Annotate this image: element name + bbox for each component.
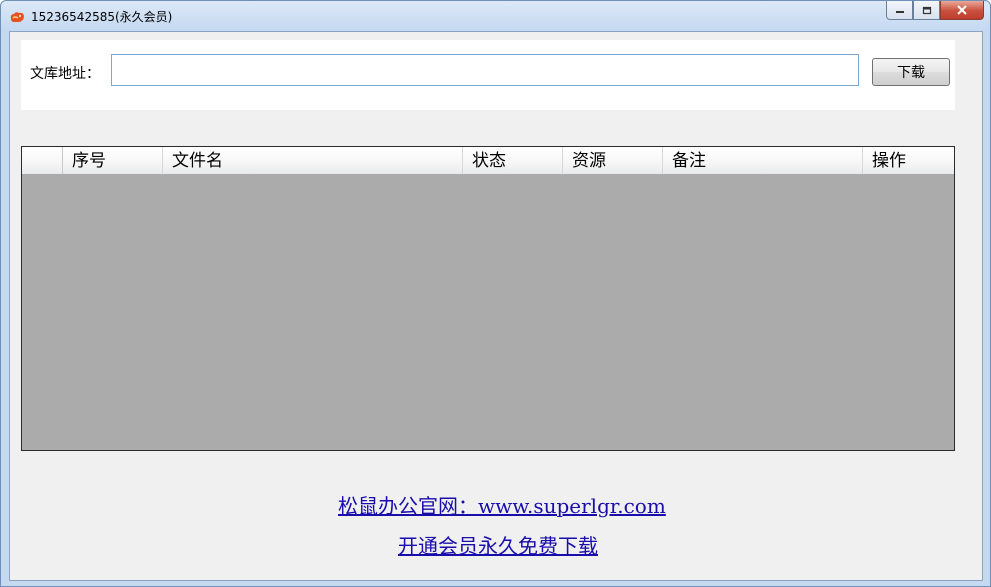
maximize-icon: [922, 6, 931, 14]
website-link[interactable]: 松鼠办公官网：www.superlgr.com: [338, 490, 666, 519]
url-label: 文库地址：: [30, 66, 100, 82]
url-input[interactable]: [111, 54, 859, 86]
window-controls: [886, 1, 984, 21]
close-button[interactable]: [940, 1, 984, 20]
close-icon: [957, 5, 967, 15]
minimize-button[interactable]: [886, 1, 913, 20]
column-header-action[interactable]: 操作: [863, 147, 954, 174]
download-button[interactable]: 下载: [872, 58, 950, 86]
column-header-remark[interactable]: 备注: [663, 147, 863, 174]
url-panel: 文库地址： 下载: [21, 40, 955, 110]
squirrel-app-icon: [9, 9, 25, 23]
window-title: 15236542585(永久会员): [31, 10, 173, 24]
title-bar[interactable]: 15236542585(永久会员): [1, 1, 990, 31]
minimize-icon: [895, 11, 904, 13]
column-header-resource[interactable]: 资源: [563, 147, 663, 174]
membership-link[interactable]: 开通会员永久免费下载: [398, 530, 598, 559]
column-header-filename[interactable]: 文件名: [163, 147, 463, 174]
row-header-cell: [22, 147, 63, 174]
column-header-index[interactable]: 序号: [63, 147, 163, 174]
table-header: 序号 文件名 状态 资源 备注 操作: [22, 147, 954, 175]
column-header-status[interactable]: 状态: [463, 147, 563, 174]
app-window: 15236542585(永久会员) 文库地址： 下载 序号 文件名 状态 资源 …: [0, 0, 991, 587]
file-table[interactable]: 序号 文件名 状态 资源 备注 操作: [21, 146, 955, 451]
maximize-button[interactable]: [913, 1, 940, 20]
client-area: 文库地址： 下载 序号 文件名 状态 资源 备注 操作 松鼠办公官网：www.s…: [9, 31, 983, 581]
